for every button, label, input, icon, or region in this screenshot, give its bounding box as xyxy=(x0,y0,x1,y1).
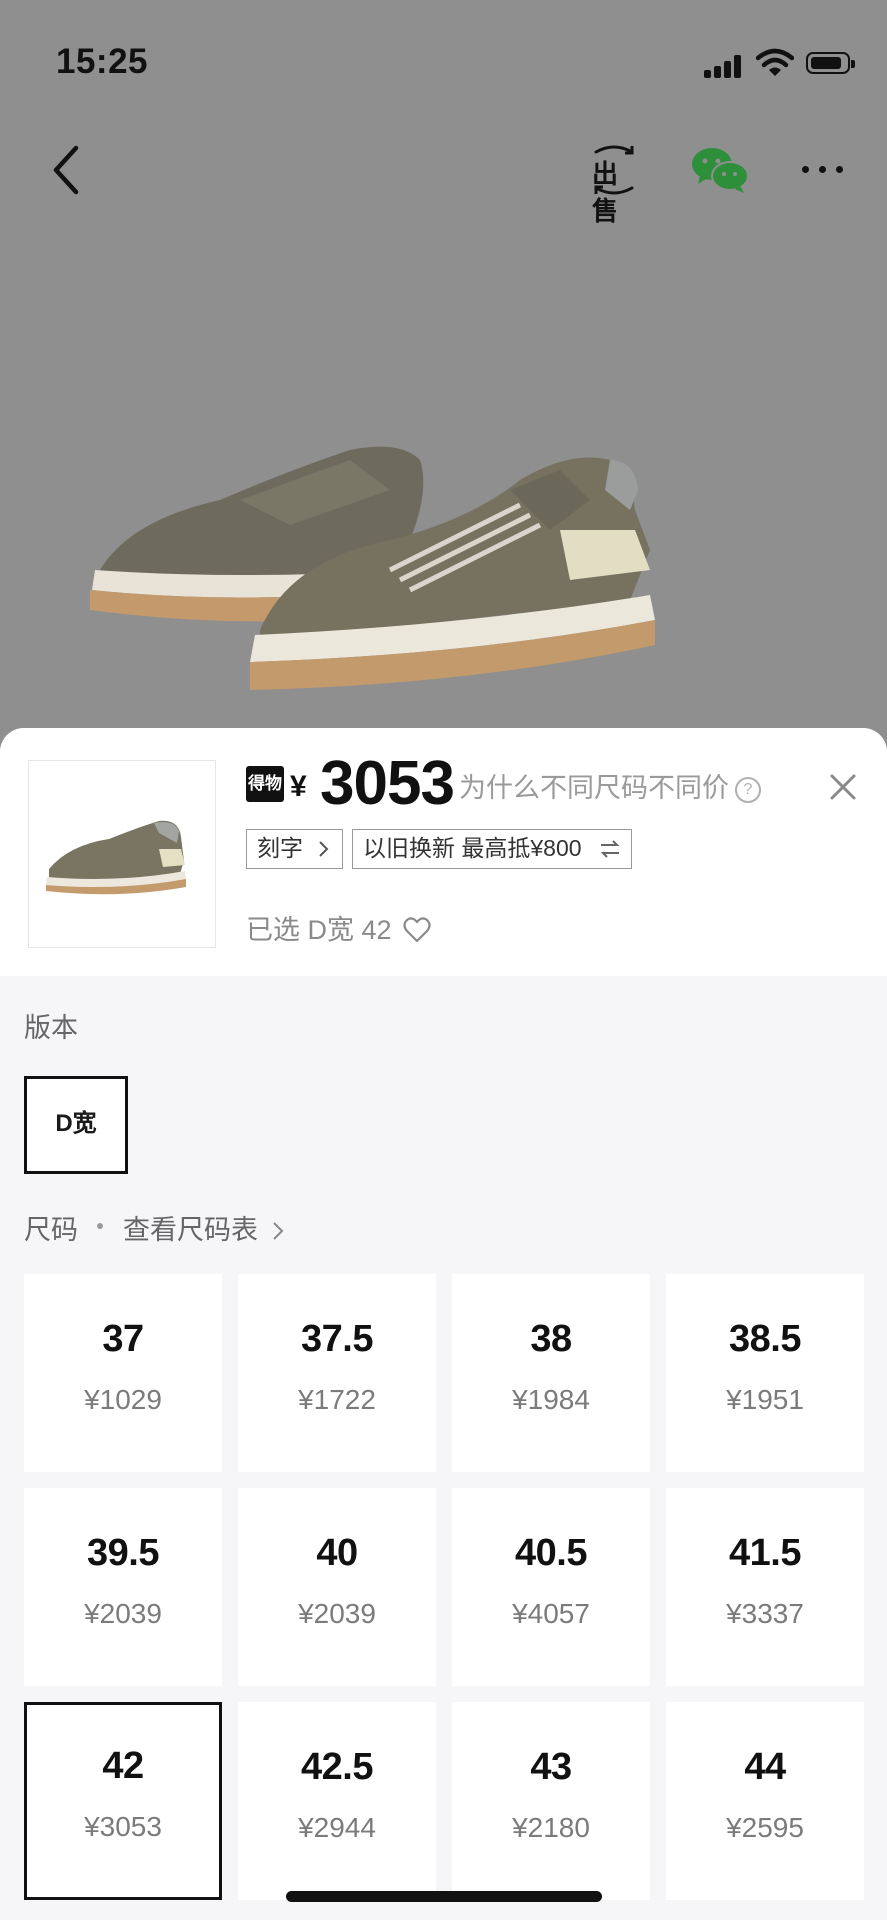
size-option[interactable]: 40 ¥2039 xyxy=(238,1488,436,1686)
back-icon[interactable] xyxy=(44,140,94,200)
size-option-selected[interactable]: 42 ¥3053 xyxy=(24,1702,222,1900)
size-option[interactable]: 37.5 ¥1722 xyxy=(238,1274,436,1472)
size-price: ¥1951 xyxy=(726,1384,804,1415)
size-price: ¥2944 xyxy=(298,1812,376,1843)
platform-logo: 得物 xyxy=(246,766,284,802)
size-value: 37.5 xyxy=(301,1318,373,1360)
size-option[interactable]: 40.5 ¥4057 xyxy=(452,1488,650,1686)
price-currency: ¥ xyxy=(290,770,307,803)
version-option-d-wide[interactable]: D宽 xyxy=(24,1076,128,1174)
size-value: 38 xyxy=(530,1318,572,1360)
size-value: 40.5 xyxy=(515,1532,587,1574)
sheet-header: 得物 ¥ 3053 为什么不同尺码不同价? 刻字 以旧换新 最高抵¥800 已选… xyxy=(0,728,887,976)
size-price: ¥4057 xyxy=(512,1598,590,1629)
size-label: 尺码 xyxy=(24,1215,78,1245)
home-indicator xyxy=(286,1891,602,1902)
size-price: ¥2039 xyxy=(298,1598,376,1629)
chevron-right-icon xyxy=(319,841,329,857)
sell-button[interactable]: 出售 xyxy=(588,142,640,226)
trade-in-label: 以旧换新 最高抵¥800 xyxy=(363,835,582,861)
size-value: 40 xyxy=(316,1532,358,1574)
selected-summary: 已选 D宽 42 xyxy=(246,908,431,947)
size-value: 38.5 xyxy=(729,1318,801,1360)
swap-icon xyxy=(600,840,620,858)
engraving-label: 刻字 xyxy=(257,835,303,861)
size-value: 44 xyxy=(744,1746,786,1788)
size-option[interactable]: 42.5 ¥2944 xyxy=(238,1702,436,1900)
size-option[interactable]: 44 ¥2595 xyxy=(666,1702,864,1900)
size-option[interactable]: 43 ¥2180 xyxy=(452,1702,650,1900)
question-icon: ? xyxy=(735,777,761,803)
size-option[interactable]: 38 ¥1984 xyxy=(452,1274,650,1472)
product-thumbnail xyxy=(28,760,216,948)
size-price: ¥3053 xyxy=(84,1811,162,1842)
heart-icon[interactable] xyxy=(403,917,431,943)
sell-label: 出售 xyxy=(592,159,619,226)
chevron-right-icon xyxy=(272,1222,283,1240)
size-price: ¥3337 xyxy=(726,1598,804,1629)
size-price: ¥2180 xyxy=(512,1812,590,1843)
trade-in-tag[interactable]: 以旧换新 最高抵¥800 xyxy=(352,829,632,869)
product-hero-image xyxy=(90,446,655,690)
wechat-icon[interactable] xyxy=(690,146,750,196)
size-chart-label: 查看尺码表 xyxy=(123,1215,258,1245)
selected-text: 已选 D宽 42 xyxy=(246,915,392,945)
status-bar: 15:25 xyxy=(0,0,887,120)
status-time: 15:25 xyxy=(56,42,149,81)
size-value: 42 xyxy=(102,1745,144,1787)
size-value: 39.5 xyxy=(87,1532,159,1574)
separator-dot xyxy=(97,1223,103,1229)
size-price: ¥1029 xyxy=(84,1384,162,1415)
size-option[interactable]: 41.5 ¥3337 xyxy=(666,1488,864,1686)
size-price: ¥1722 xyxy=(298,1384,376,1415)
cellular-signal-icon xyxy=(704,54,744,78)
size-value: 43 xyxy=(530,1746,572,1788)
size-chart-link[interactable]: 查看尺码表 xyxy=(123,1208,284,1247)
size-selector-sheet: 得物 ¥ 3053 为什么不同尺码不同价? 刻字 以旧换新 最高抵¥800 已选… xyxy=(0,728,887,1920)
battery-icon xyxy=(806,52,855,74)
close-icon[interactable] xyxy=(828,772,858,802)
wifi-icon xyxy=(756,48,794,76)
version-label: 版本 xyxy=(24,1013,78,1043)
more-icon[interactable] xyxy=(798,160,848,180)
size-value: 37 xyxy=(102,1318,144,1360)
size-value: 42.5 xyxy=(301,1746,373,1788)
engraving-tag[interactable]: 刻字 xyxy=(246,829,343,869)
size-price: ¥2039 xyxy=(84,1598,162,1629)
size-value: 41.5 xyxy=(729,1532,801,1574)
size-option[interactable]: 37 ¥1029 xyxy=(24,1274,222,1472)
size-option[interactable]: 38.5 ¥1951 xyxy=(666,1274,864,1472)
why-different-price-link[interactable]: 为什么不同尺码不同价? xyxy=(459,766,761,805)
size-option[interactable]: 39.5 ¥2039 xyxy=(24,1488,222,1686)
why-different-price-label: 为什么不同尺码不同价 xyxy=(459,773,729,803)
size-price: ¥1984 xyxy=(512,1384,590,1415)
product-price: 3053 xyxy=(320,749,455,818)
product-thumbnail-image xyxy=(46,820,186,895)
size-price: ¥2595 xyxy=(726,1812,804,1843)
